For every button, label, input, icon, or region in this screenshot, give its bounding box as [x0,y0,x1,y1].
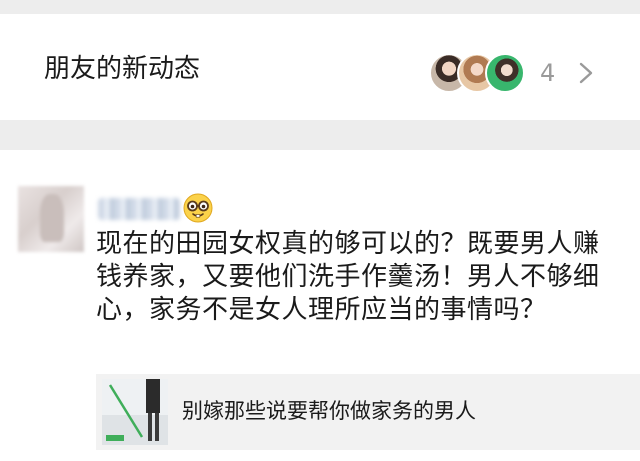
link-thumbnail [102,379,168,445]
post: 现在的田园女权真的够可以的？既要男人赚钱养家，又要他们洗手作羹汤！男人不够细心，… [0,150,640,461]
avatar[interactable] [18,186,84,252]
section-divider [0,120,640,150]
top-divider [0,0,640,14]
chevron-right-icon [579,62,593,84]
friend-avatar [485,53,525,93]
friends-updates-row[interactable]: 朋友的新动态 4 [0,14,640,120]
link-card[interactable]: 别嫁那些说要帮你做家务的男人 [96,374,640,450]
nerd-face-icon [183,193,213,223]
friends-updates-title: 朋友的新动态 [44,54,201,84]
friends-updates-count: 4 [540,59,556,87]
friend-avatars [429,53,525,93]
username-blurred[interactable] [98,198,180,220]
link-card-title: 别嫁那些说要帮你做家务的男人 [182,399,476,423]
post-text: 现在的田园女权真的够可以的？既要男人赚钱养家，又要他们洗手作羹汤！男人不够细心，… [96,229,600,325]
